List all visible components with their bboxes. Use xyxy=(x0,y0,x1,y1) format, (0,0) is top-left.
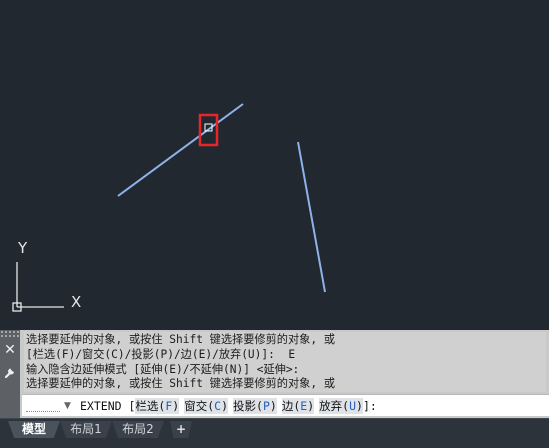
command-history: 选择要延伸的对象, 或按住 Shift 键选择要修剪的对象, 或 [栏选(F)/… xyxy=(24,332,546,392)
option-project[interactable]: 投影(P) xyxy=(233,398,277,414)
wrench-icon[interactable] xyxy=(2,364,18,380)
command-line-sidebar: ✕ xyxy=(0,330,20,418)
recent-commands-dropdown-icon[interactable]: ▼ xyxy=(64,398,71,414)
drawing-canvas[interactable]: Y X xyxy=(0,0,549,330)
history-line: 选择要延伸的对象, 或按住 Shift 键选择要修剪的对象, 或 xyxy=(26,333,336,346)
option-edge[interactable]: 边(E) xyxy=(281,398,315,414)
history-line: 选择要延伸的对象, 或按住 Shift 键选择要修剪的对象, 或 xyxy=(26,377,336,390)
command-prompt: EXTEND [ 栏选(F) 窗交(C) 投影(P) 边(E) 放弃(U) ]: xyxy=(80,397,377,415)
drag-handle[interactable] xyxy=(0,330,20,338)
ucs-x-label: X xyxy=(71,293,82,311)
option-undo[interactable]: 放弃(U) xyxy=(319,398,363,414)
command-input[interactable]: ▼ EXTEND [ 栏选(F) 窗交(C) 投影(P) 边(E) 放弃(U) … xyxy=(22,394,549,416)
add-layout-button[interactable]: + xyxy=(170,421,192,438)
option-fence[interactable]: 栏选(F) xyxy=(135,398,180,414)
ucs-icon xyxy=(12,262,64,312)
option-crossing[interactable]: 窗交(C) xyxy=(184,398,229,414)
close-icon[interactable]: ✕ xyxy=(3,342,17,358)
command-prefix-dots xyxy=(26,400,60,412)
prompt-command: EXTEND [ xyxy=(80,399,136,413)
command-line-panel: ✕ 选择要延伸的对象, 或按住 Shift 键选择要修剪的对象, 或 [栏选(F… xyxy=(0,330,549,418)
tab-layout2[interactable]: 布局2 xyxy=(112,421,164,438)
line-entity-2[interactable] xyxy=(297,141,326,293)
tab-layout1[interactable]: 布局1 xyxy=(60,421,112,438)
ucs-y-label: Y xyxy=(18,239,28,257)
prompt-suffix: ]: xyxy=(362,399,377,413)
drawing-svg[interactable] xyxy=(0,0,549,330)
line-entity-1[interactable] xyxy=(117,103,244,197)
tab-model[interactable]: 模型 xyxy=(8,421,60,438)
history-line: [栏选(F)/窗交(C)/投影(P)/边(E)/放弃(U)]: E xyxy=(26,348,296,361)
layout-tab-bar: 模型 布局1 布局2 + xyxy=(0,418,549,448)
history-line: 输入隐含边延伸模式 [延伸(E)/不延伸(N)] <延伸>: xyxy=(26,363,300,376)
